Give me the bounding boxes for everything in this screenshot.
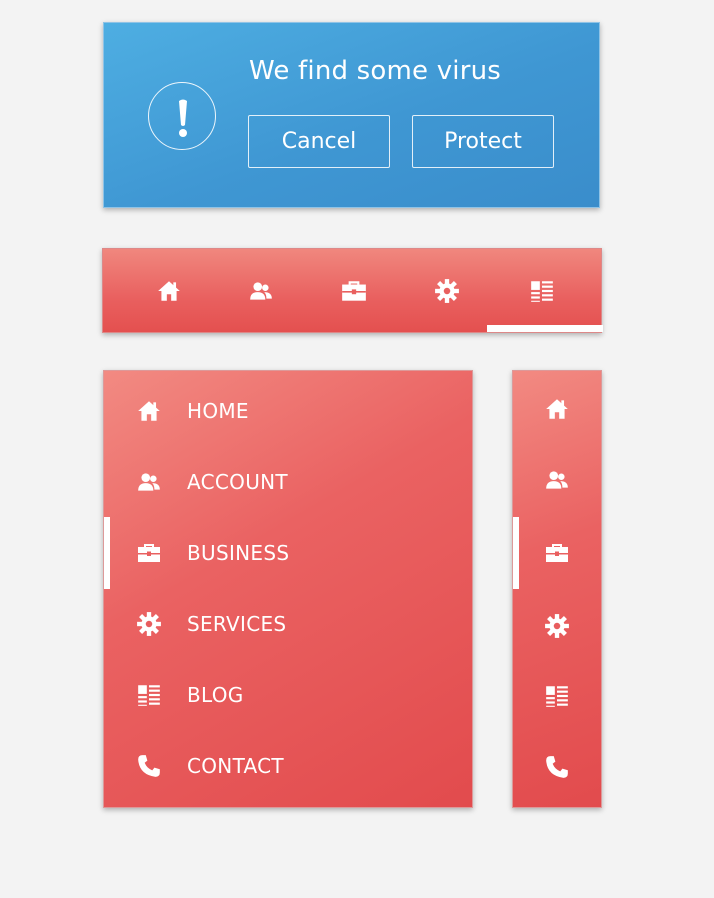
phone-icon [546,755,568,778]
exclamation-icon [148,82,216,150]
menu-item-blog[interactable]: BLOG [104,659,472,730]
home-icon [138,400,160,421]
menu-label-home: HOME [187,398,249,423]
tab-blog[interactable] [496,249,588,333]
side-menu-collapsed [512,370,602,808]
briefcase-icon [138,543,160,562]
menu-label-blog: BLOG [187,682,244,707]
menu-item-services[interactable]: SERVICES [104,588,472,659]
account-icon [138,472,160,491]
blog-icon [138,684,160,706]
menu-item-account[interactable]: ACCOUNT [104,446,472,517]
tab-business[interactable] [308,249,400,333]
menu-label-contact: CONTACT [187,753,284,778]
blog-icon [531,281,553,302]
menu-item-contact[interactable]: CONTACT [104,730,472,801]
mini-item-business[interactable] [513,517,601,588]
mini-item-home[interactable] [513,373,601,444]
mini-item-contact[interactable] [513,731,601,802]
protect-button[interactable]: Protect [412,115,554,168]
mini-item-account[interactable] [513,444,601,515]
account-icon [250,282,272,300]
briefcase-icon [342,281,366,301]
menu-item-home[interactable]: HOME [104,375,472,446]
menu-label-business: BUSINESS [187,540,290,565]
tab-services[interactable] [401,249,493,333]
active-tab-indicator [487,325,603,332]
home-icon [546,398,568,419]
tab-account[interactable] [215,249,307,333]
briefcase-icon [546,543,568,562]
blog-icon [546,685,568,707]
account-icon [546,470,568,489]
side-menu-expanded: HOME ACCOUNT BUSINESS SERVICES BLOG CONT… [103,370,473,808]
mini-item-services[interactable] [513,590,601,661]
home-icon [158,281,180,301]
icon-tab-bar [102,248,603,333]
gear-icon [545,613,569,638]
menu-item-business[interactable]: BUSINESS [104,517,472,588]
gear-icon [435,279,459,303]
mini-item-blog[interactable] [513,660,601,731]
cancel-button[interactable]: Cancel [248,115,390,168]
alert-title: We find some virus [249,56,502,86]
virus-alert-dialog: We find some virus Cancel Protect [103,22,600,208]
phone-icon [138,754,160,777]
gear-icon [137,611,161,636]
menu-label-account: ACCOUNT [187,469,288,494]
menu-label-services: SERVICES [187,611,287,636]
tab-home[interactable] [123,249,215,333]
